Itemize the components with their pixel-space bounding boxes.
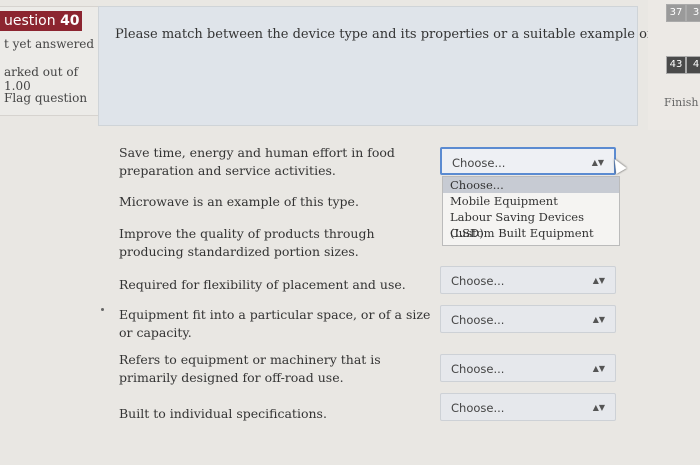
answer-select-7[interactable]: Choose... ▲▼ <box>440 393 616 421</box>
match-prompt-4: Required for flexibility of placement an… <box>119 277 406 292</box>
match-prompt-1: Save time, energy and human effort in fo… <box>119 145 395 178</box>
up-down-arrow-icon: ▲▼ <box>591 158 604 167</box>
answer-dropdown-list: Choose... Mobile Equipment Labour Saving… <box>442 176 620 246</box>
match-prompt-5: Equipment fit into a particular space, o… <box>119 307 431 340</box>
match-prompt-6: Refers to equipment or machinery that is… <box>119 352 381 385</box>
nav-button-37[interactable]: 37 <box>666 4 686 22</box>
question-text: Please match between the device type and… <box>115 27 700 42</box>
answer-select-4[interactable]: Choose... ▲▼ <box>440 266 616 294</box>
match-prompt-7: Built to individual specifications. <box>119 406 327 421</box>
dropdown-option-custom-built-equipment[interactable]: Custom Built Equipment <box>443 225 619 241</box>
flag-question-link[interactable]: Flag question <box>4 91 87 105</box>
nav-button-3x[interactable]: 3 <box>686 4 700 22</box>
nav-button-4x[interactable]: 4 <box>686 56 700 74</box>
question-number-badge: uestion 40 <box>0 11 82 31</box>
answer-select-5[interactable]: Choose... ▲▼ <box>440 305 616 333</box>
quiz-navigation: 37 3 43 4 Finish <box>648 0 700 130</box>
dropdown-option-labour-saving-devices[interactable]: Labour Saving Devices (LSD) <box>443 209 619 240</box>
dropdown-option-choose[interactable]: Choose... <box>443 177 619 193</box>
answer-select-6[interactable]: Choose... ▲▼ <box>440 354 616 382</box>
finish-attempt-link[interactable]: Finish <box>664 96 698 109</box>
question-card: Please match between the device type and… <box>98 6 700 126</box>
answer-select-1-value: Choose... <box>452 156 506 170</box>
match-prompt-2: Microwave is an example of this type. <box>119 194 359 209</box>
bullet-mark <box>101 308 104 311</box>
answer-select-6-value: Choose... <box>451 362 505 376</box>
dropdown-option-mobile-equipment[interactable]: Mobile Equipment <box>443 193 619 209</box>
question-marks: arked out of 1.00 <box>4 65 79 93</box>
question-info-panel: uestion 40 t yet answered arked out of 1… <box>0 6 99 116</box>
answer-select-4-value: Choose... <box>451 274 505 288</box>
up-down-arrow-icon: ▲▼ <box>592 315 605 324</box>
answer-select-7-value: Choose... <box>451 401 505 415</box>
answer-select-1[interactable]: Choose... ▲▼ <box>440 147 616 175</box>
up-down-arrow-icon: ▲▼ <box>592 403 605 412</box>
nav-button-43[interactable]: 43 <box>666 56 686 74</box>
answer-select-5-value: Choose... <box>451 313 505 327</box>
question-number-label: uestion <box>4 13 56 29</box>
question-state: t yet answered <box>4 37 95 51</box>
question-number: 40 <box>60 13 80 29</box>
match-prompt-3: Improve the quality of products through … <box>119 226 375 259</box>
up-down-arrow-icon: ▲▼ <box>592 276 605 285</box>
up-down-arrow-icon: ▲▼ <box>592 364 605 373</box>
